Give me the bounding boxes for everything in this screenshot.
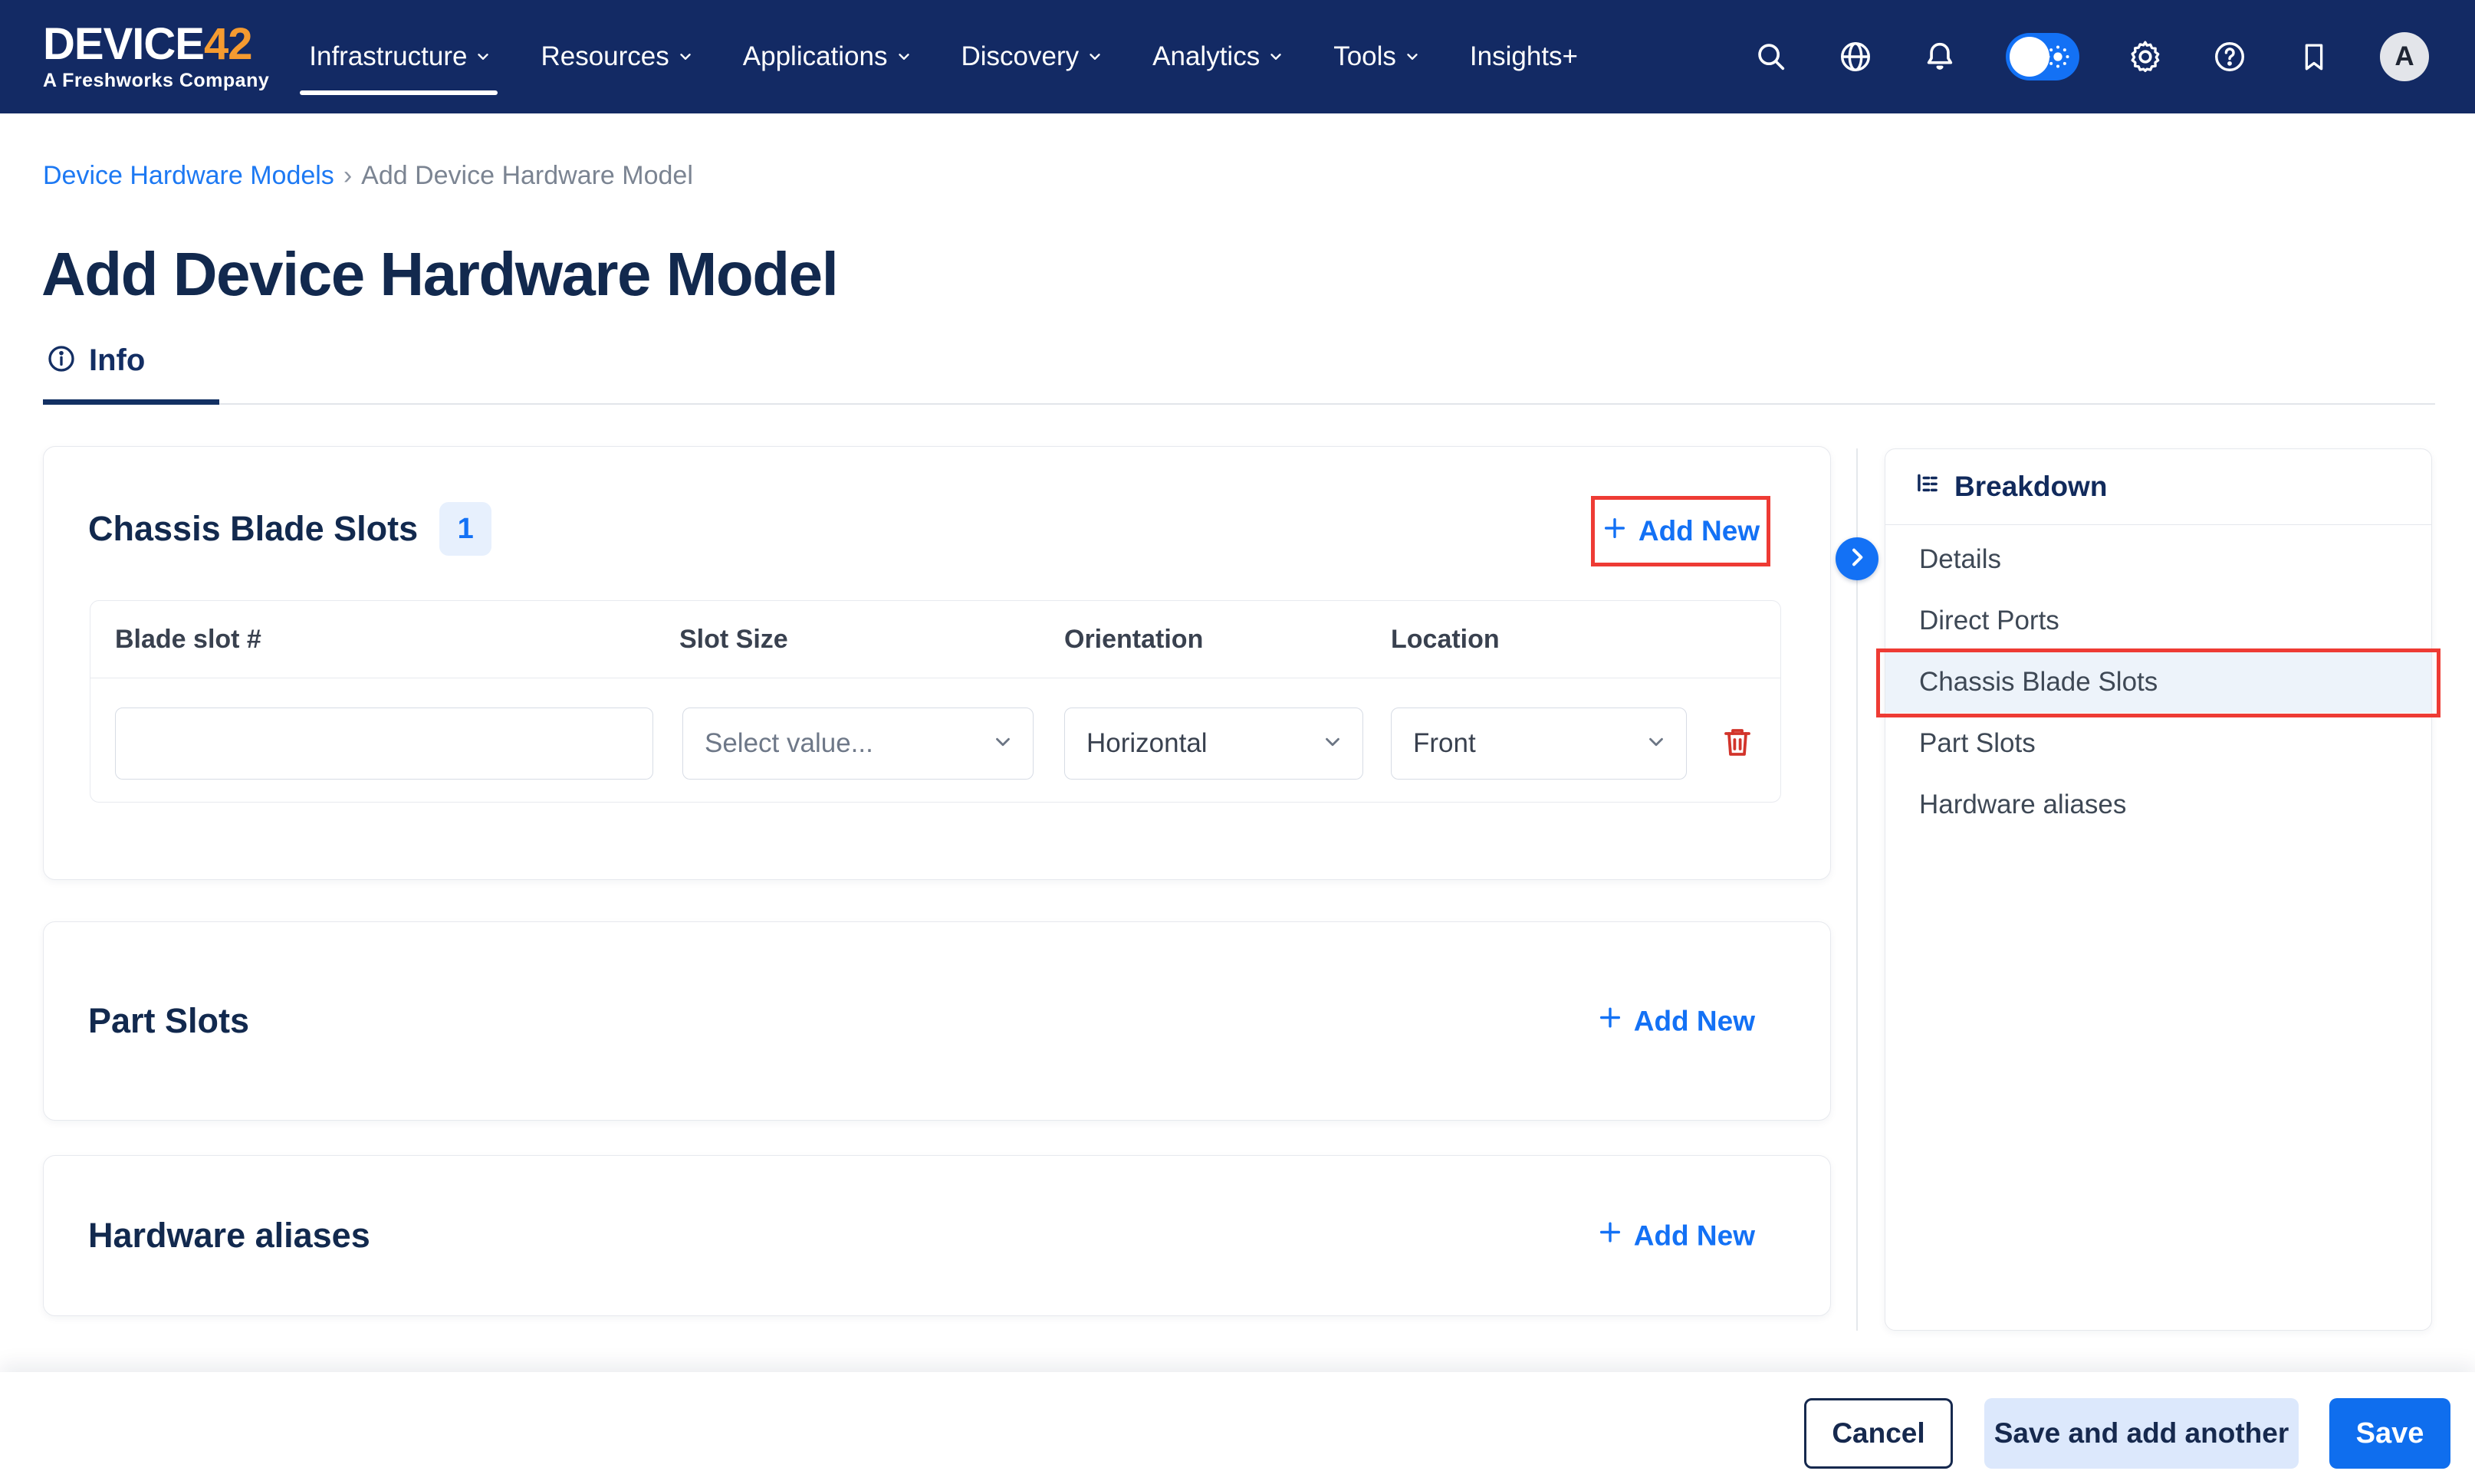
breadcrumb: Device Hardware Models › Add Device Hard… bbox=[43, 161, 693, 191]
column-blade-slot: Blade slot # bbox=[115, 601, 261, 678]
device42-wordmark: DEVICE42 bbox=[43, 22, 269, 67]
chassis-blade-slots-card: Chassis Blade Slots 1 Add New Blade slot… bbox=[43, 446, 1831, 880]
breakdown-item-direct-ports[interactable]: Direct Ports bbox=[1885, 590, 2431, 652]
tab-active-indicator bbox=[43, 399, 219, 405]
bell-icon[interactable] bbox=[1921, 38, 1958, 75]
chevron-down-icon bbox=[1267, 48, 1284, 65]
breakdown-item-part-slots[interactable]: Part Slots bbox=[1885, 713, 2431, 774]
chevron-down-icon bbox=[1321, 731, 1344, 757]
gear-icon[interactable] bbox=[2127, 38, 2164, 75]
column-location: Location bbox=[1391, 601, 1500, 678]
breakdown-title: Breakdown bbox=[1954, 471, 2107, 503]
device42-logo[interactable]: DEVICE42 A Freshworks Company bbox=[43, 22, 269, 92]
breakdown-item-chassis-blade-slots[interactable]: Chassis Blade Slots bbox=[1885, 652, 2431, 713]
action-footer: Cancel Save and add another Save bbox=[0, 1372, 2475, 1484]
page: DEVICE42 A Freshworks Company Infrastruc… bbox=[0, 0, 2475, 1484]
sun-icon bbox=[2043, 41, 2073, 76]
main-menu: Infrastructure Resources Applications Di… bbox=[309, 41, 1578, 72]
chevron-right-icon bbox=[1845, 545, 1869, 573]
avatar[interactable]: A bbox=[2380, 32, 2429, 81]
nav-item-applications[interactable]: Applications bbox=[743, 41, 912, 72]
brand-tagline: A Freshworks Company bbox=[43, 70, 269, 92]
part-slots-add-new-button[interactable]: Add New bbox=[1597, 1005, 1755, 1038]
plus-icon bbox=[1597, 1220, 1623, 1253]
cancel-button[interactable]: Cancel bbox=[1804, 1398, 1953, 1469]
tab-divider bbox=[43, 403, 2435, 405]
breakdown-panel: Breakdown Details Direct Ports Chassis B… bbox=[1885, 448, 2432, 1331]
part-slots-title: Part Slots bbox=[88, 1001, 249, 1041]
tab-info[interactable]: Info bbox=[46, 343, 145, 378]
bookmark-icon[interactable] bbox=[2296, 38, 2332, 75]
chassis-section-title: Chassis Blade Slots bbox=[88, 509, 418, 549]
hardware-aliases-card: Hardware aliases Add New bbox=[43, 1155, 1831, 1316]
breadcrumb-link[interactable]: Device Hardware Models bbox=[43, 161, 334, 191]
delete-row-button[interactable] bbox=[1716, 722, 1759, 765]
plus-icon bbox=[1602, 515, 1628, 548]
brand-42: 42 bbox=[204, 22, 252, 67]
breakdown-tree-icon bbox=[1913, 471, 1942, 504]
location-value: Front bbox=[1413, 728, 1476, 759]
slot-size-placeholder: Select value... bbox=[705, 728, 873, 759]
breakdown-header: Breakdown bbox=[1885, 449, 2431, 525]
hardware-aliases-add-new-button[interactable]: Add New bbox=[1597, 1220, 1755, 1253]
chassis-add-new-button[interactable]: Add New bbox=[1602, 515, 1760, 548]
part-slots-card: Part Slots Add New bbox=[43, 921, 1831, 1121]
chevron-down-icon bbox=[475, 48, 491, 65]
chassis-heading-row: Chassis Blade Slots 1 bbox=[88, 502, 491, 556]
chevron-down-icon bbox=[1645, 731, 1668, 757]
chevron-down-icon bbox=[1404, 48, 1421, 65]
add-new-annotation-box: Add New bbox=[1591, 496, 1770, 566]
navbar-actions: A bbox=[1753, 32, 2429, 81]
breadcrumb-current: Add Device Hardware Model bbox=[361, 161, 693, 191]
blade-slot-input[interactable] bbox=[115, 708, 653, 780]
brand-text: DEVIC bbox=[43, 22, 175, 67]
page-title: Add Device Hardware Model bbox=[41, 239, 837, 310]
panel-divider bbox=[1856, 448, 1858, 1331]
chevron-down-icon bbox=[1086, 48, 1103, 65]
nav-item-infrastructure[interactable]: Infrastructure bbox=[309, 41, 491, 72]
tab-info-label: Info bbox=[89, 343, 145, 378]
orientation-select[interactable]: Horizontal bbox=[1064, 708, 1363, 780]
collapse-panel-button[interactable] bbox=[1836, 537, 1878, 580]
search-icon[interactable] bbox=[1753, 38, 1790, 75]
chassis-count-badge: 1 bbox=[439, 502, 491, 556]
location-select[interactable]: Front bbox=[1391, 708, 1687, 780]
slot-size-select[interactable]: Select value... bbox=[682, 708, 1034, 780]
column-slot-size: Slot Size bbox=[679, 601, 788, 678]
blade-slots-table-header: Blade slot # Slot Size Orientation Locat… bbox=[90, 601, 1780, 678]
trash-icon bbox=[1719, 724, 1756, 764]
breakdown-item-details[interactable]: Details bbox=[1885, 529, 2431, 590]
orientation-value: Horizontal bbox=[1086, 728, 1208, 759]
nav-item-resources[interactable]: Resources bbox=[541, 41, 693, 72]
nav-item-insights[interactable]: Insights+ bbox=[1470, 41, 1578, 72]
nav-item-discovery[interactable]: Discovery bbox=[961, 41, 1104, 72]
top-navbar: DEVICE42 A Freshworks Company Infrastruc… bbox=[0, 0, 2475, 113]
globe-icon[interactable] bbox=[1837, 38, 1874, 75]
chevron-down-icon bbox=[896, 48, 912, 65]
breadcrumb-separator: › bbox=[343, 161, 352, 191]
chevron-down-icon bbox=[677, 48, 694, 65]
save-and-add-another-button[interactable]: Save and add another bbox=[1984, 1398, 2299, 1469]
column-orientation: Orientation bbox=[1064, 601, 1203, 678]
nav-item-tools[interactable]: Tools bbox=[1333, 41, 1421, 72]
chevron-down-icon bbox=[991, 731, 1014, 757]
avatar-initial: A bbox=[2394, 41, 2414, 72]
nav-item-analytics[interactable]: Analytics bbox=[1152, 41, 1284, 72]
info-icon bbox=[46, 343, 77, 378]
help-icon[interactable] bbox=[2211, 38, 2248, 75]
hardware-aliases-title: Hardware aliases bbox=[88, 1216, 370, 1256]
save-button[interactable]: Save bbox=[2329, 1398, 2450, 1469]
blade-slots-table: Blade slot # Slot Size Orientation Locat… bbox=[90, 600, 1781, 803]
breakdown-item-hardware-aliases[interactable]: Hardware aliases bbox=[1885, 774, 2431, 836]
plus-icon bbox=[1597, 1005, 1623, 1038]
theme-toggle[interactable] bbox=[2006, 33, 2079, 80]
